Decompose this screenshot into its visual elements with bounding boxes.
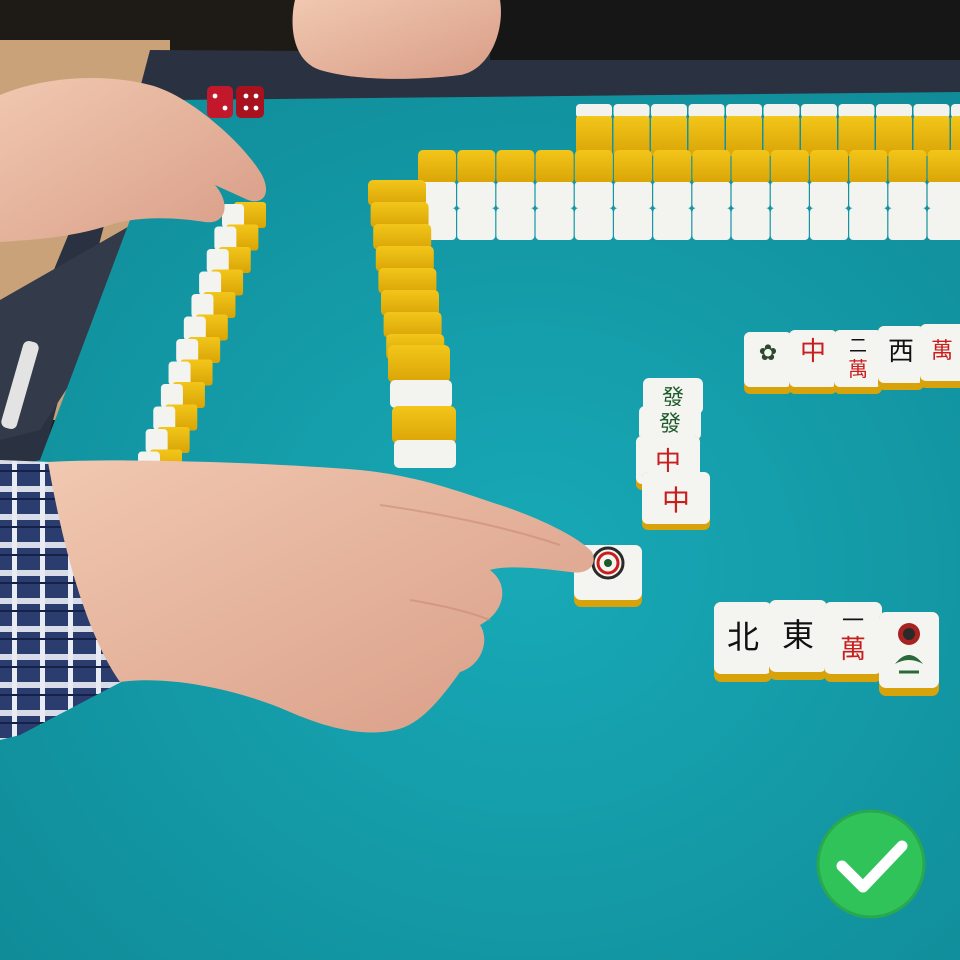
far-tile-wall-front <box>418 150 960 240</box>
wall-tile <box>810 208 848 240</box>
wall-tile <box>176 339 199 363</box>
wan-two-number: 二 <box>849 336 867 357</box>
wall-tile <box>838 104 875 118</box>
wall-tile <box>535 208 574 240</box>
wan-one-suit: 萬 <box>840 635 866 665</box>
discard-column-center: 發 發 中 中 <box>636 378 710 530</box>
wall-tile <box>535 182 574 208</box>
wall-tile <box>731 208 770 240</box>
wall-tile <box>394 440 456 468</box>
wall-tile <box>457 208 496 240</box>
west-wind-glyph: 西 <box>888 337 914 367</box>
wall-tile-back <box>496 150 535 184</box>
wall-tile-back <box>418 150 456 184</box>
wall-tile <box>153 406 176 431</box>
wall-tile-back <box>392 406 456 444</box>
red-dragon-glyph: 中 <box>800 337 826 367</box>
wall-tile <box>849 208 888 240</box>
wall-tile <box>770 182 809 208</box>
svg-text:中: 中 <box>662 484 690 517</box>
wall-tile <box>927 208 960 240</box>
wall-tile <box>692 208 731 240</box>
wall-tile <box>199 271 222 296</box>
east-wind-glyph: 東 <box>782 616 814 654</box>
wall-tile-back <box>810 150 848 184</box>
north-wind-glyph: 北 <box>727 618 759 656</box>
wall-tile <box>576 104 612 118</box>
svg-text:✿: ✿ <box>759 341 777 366</box>
wall-tile-back <box>457 150 496 184</box>
wall-tile-back <box>888 150 927 184</box>
wall-tile-back <box>614 150 652 184</box>
wall-tile-back <box>574 150 613 184</box>
wall-tile <box>810 182 848 208</box>
mahjong-scene: ✿ 中 二 萬 西 萬 發 發 中 中 北 東 一 萬 <box>0 0 960 960</box>
svg-text:發: 發 <box>659 412 681 437</box>
wall-tile-back <box>388 345 450 383</box>
wall-tile <box>457 182 496 208</box>
wall-tile <box>183 316 206 341</box>
wall-tile <box>927 182 960 208</box>
wall-tile <box>574 208 613 240</box>
wall-tile <box>913 104 950 118</box>
wall-tile-back <box>927 150 960 184</box>
wall-tile-back <box>731 150 770 184</box>
far-player-hand <box>292 0 501 79</box>
wan-one-number: 一 <box>842 609 864 634</box>
wall-tile-back <box>535 150 574 184</box>
scene-svg: ✿ 中 二 萬 西 萬 發 發 中 中 北 東 一 萬 <box>0 0 960 960</box>
wall-tile-back <box>653 150 692 184</box>
wall-tile <box>613 104 650 118</box>
wall-tile <box>770 208 809 240</box>
far-tile-wall-back <box>576 104 960 156</box>
wall-tile-back <box>692 150 731 184</box>
wall-tile <box>614 182 652 208</box>
wall-tile <box>214 226 237 251</box>
wall-tile <box>496 208 535 240</box>
wall-tile <box>801 104 837 118</box>
wall-tile <box>763 104 800 118</box>
wall-tile <box>692 182 731 208</box>
wall-tile <box>145 429 168 453</box>
wall-tile-back <box>849 150 888 184</box>
wan-two-suit: 萬 <box>848 357 868 381</box>
wall-tile <box>191 294 214 318</box>
wall-tile <box>688 104 725 118</box>
wall-tile <box>206 249 229 273</box>
wall-tile <box>888 182 927 208</box>
wall-tile <box>888 208 927 240</box>
wall-tile <box>160 384 183 408</box>
check-badge <box>816 809 926 919</box>
svg-text:萬: 萬 <box>931 339 953 364</box>
wall-tile <box>876 104 912 118</box>
wall-tile <box>614 208 652 240</box>
wall-tile <box>222 204 244 228</box>
wall-tile-back <box>770 150 809 184</box>
wall-tile <box>168 361 191 386</box>
wall-tile <box>653 208 692 240</box>
wall-tile <box>390 380 452 408</box>
far-player-sleeve <box>490 0 960 60</box>
discard-row-upper: ✿ 中 二 萬 西 萬 <box>744 324 960 394</box>
wall-tile <box>731 182 770 208</box>
wall-tile <box>726 104 762 118</box>
wall-tile <box>849 182 888 208</box>
wall-tile <box>496 182 535 208</box>
wall-tile <box>653 182 692 208</box>
wall-tile <box>574 182 613 208</box>
wall-tile <box>651 104 687 118</box>
wall-tile <box>951 104 960 118</box>
